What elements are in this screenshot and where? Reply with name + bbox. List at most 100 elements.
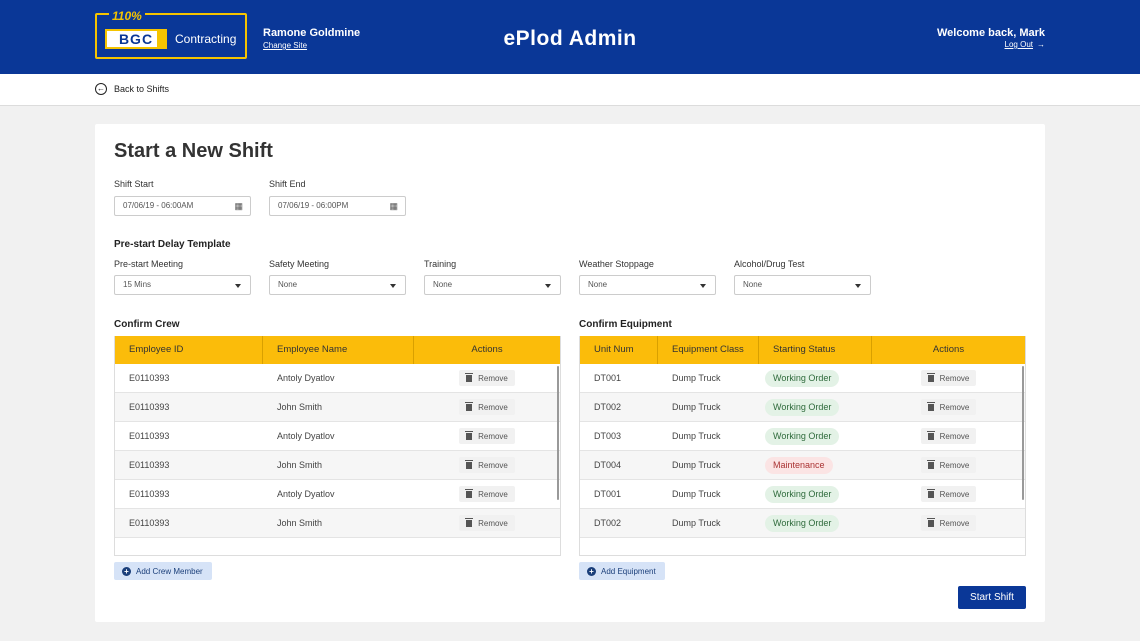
equipment-class: Dump Truck <box>672 402 721 412</box>
shift-end-input[interactable]: 07/06/19 - 06:00PM ▦ <box>269 196 406 216</box>
change-site-link[interactable]: Change Site <box>263 41 307 50</box>
col-employee-name[interactable]: Employee Name <box>263 336 414 364</box>
remove-button[interactable]: Remove <box>920 399 977 415</box>
chevron-down-icon <box>545 284 551 288</box>
remove-button[interactable]: Remove <box>459 370 515 386</box>
actions-cell: Remove <box>872 486 1025 502</box>
status-badge[interactable]: Working Order <box>765 514 840 532</box>
remove-button[interactable]: Remove <box>920 515 977 531</box>
arrow-left-icon: ← <box>95 83 107 95</box>
shift-start-input[interactable]: 07/06/19 - 06:00AM ▦ <box>114 196 251 216</box>
back-to-shifts-link[interactable]: ← Back to Shifts <box>95 83 169 95</box>
trash-icon <box>465 430 474 440</box>
actions-cell: Remove <box>872 399 1025 415</box>
delay-value-safety: None <box>278 280 298 289</box>
remove-button[interactable]: Remove <box>920 486 977 502</box>
status-badge[interactable]: Maintenance <box>765 456 833 474</box>
table-row: E0110393 John Smith Remove <box>115 509 560 538</box>
page-title: Start a New Shift <box>114 140 273 162</box>
remove-button[interactable]: Remove <box>459 428 515 444</box>
col-equipment-class[interactable]: Equipment Class <box>658 336 759 364</box>
actions-cell: Remove <box>414 428 560 444</box>
app-header: 110% BGC Contracting Ramone Goldmine Cha… <box>0 0 1140 74</box>
status-badge[interactable]: Working Order <box>765 485 840 503</box>
equipment-scrollbar[interactable] <box>1022 366 1024 500</box>
delay-label-alcohol: Alcohol/Drug Test <box>734 259 805 269</box>
remove-label: Remove <box>939 431 970 441</box>
remove-button[interactable]: Remove <box>920 457 977 473</box>
employee-id: E0110393 <box>129 431 170 441</box>
table-row: E0110393 John Smith Remove <box>115 393 560 422</box>
table-row: E0110393 Antoly Dyatlov Remove <box>115 364 560 393</box>
logout-icon[interactable]: → <box>1037 40 1045 49</box>
delay-select-alcohol[interactable]: None <box>734 275 871 295</box>
col-unit-num[interactable]: Unit Num <box>580 336 658 364</box>
calendar-icon: ▦ <box>234 201 243 211</box>
trash-icon <box>465 401 474 411</box>
shift-start-label: Shift Start <box>114 179 154 189</box>
col-employee-id[interactable]: Employee ID <box>115 336 263 364</box>
table-row: DT002 Dump Truck Working Order Remove <box>580 509 1025 538</box>
delay-select-safety[interactable]: None <box>269 275 406 295</box>
remove-button[interactable]: Remove <box>459 399 515 415</box>
remove-button[interactable]: Remove <box>920 428 977 444</box>
employee-name: Antoly Dyatlov <box>277 373 335 383</box>
actions-cell: Remove <box>872 457 1025 473</box>
crew-scrollbar[interactable] <box>557 366 559 500</box>
trash-icon <box>926 517 935 527</box>
remove-button[interactable]: Remove <box>459 515 515 531</box>
table-row: DT001 Dump Truck Working Order Remove <box>580 364 1025 393</box>
remove-label: Remove <box>478 460 508 470</box>
chevron-down-icon <box>235 284 241 288</box>
bgc-logo[interactable]: 110% BGC Contracting <box>95 9 247 59</box>
col-starting-status[interactable]: Starting Status <box>759 336 872 364</box>
unit-num: DT002 <box>594 402 622 412</box>
actions-cell: Remove <box>414 457 560 473</box>
col-actions: Actions <box>471 344 503 355</box>
chevron-down-icon <box>855 284 861 288</box>
delay-value-prestart: 15 Mins <box>123 280 152 289</box>
delay-select-training[interactable]: None <box>424 275 561 295</box>
delay-select-prestart[interactable]: 15 Mins <box>114 275 251 295</box>
remove-label: Remove <box>939 402 970 412</box>
add-equipment-label: Add Equipment <box>601 566 656 576</box>
status-cell: Working Order <box>759 369 872 387</box>
logout-link[interactable]: Log Out <box>1005 40 1033 49</box>
remove-button[interactable]: Remove <box>459 457 515 473</box>
equipment-class: Dump Truck <box>672 460 721 470</box>
actions-cell: Remove <box>872 428 1025 444</box>
start-shift-button[interactable]: Start Shift <box>958 586 1026 609</box>
remove-label: Remove <box>478 518 508 528</box>
table-row: E0110393 John Smith Remove <box>115 451 560 480</box>
equipment-title: Confirm Equipment <box>579 319 672 330</box>
status-badge[interactable]: Working Order <box>765 398 840 416</box>
status-badge[interactable]: Working Order <box>765 427 840 445</box>
status-badge[interactable]: Working Order <box>765 369 840 387</box>
sub-navigation: ← Back to Shifts <box>0 74 1140 106</box>
remove-button[interactable]: Remove <box>459 486 515 502</box>
logo-text: Contracting <box>175 32 237 46</box>
table-row: DT001 Dump Truck Working Order Remove <box>580 480 1025 509</box>
delay-label-weather: Weather Stoppage <box>579 259 654 269</box>
crew-table-header: Employee ID Employee Name Actions <box>115 336 560 364</box>
status-cell: Working Order <box>759 485 872 503</box>
employee-name: John Smith <box>277 402 323 412</box>
logo-bar <box>157 29 167 49</box>
delay-label-training: Training <box>424 259 457 269</box>
remove-label: Remove <box>478 431 508 441</box>
actions-cell: Remove <box>414 486 560 502</box>
add-equipment-button[interactable]: + Add Equipment <box>579 562 665 580</box>
unit-num: DT003 <box>594 431 622 441</box>
remove-label: Remove <box>939 373 970 383</box>
add-crew-member-button[interactable]: + Add Crew Member <box>114 562 212 580</box>
employee-name: John Smith <box>277 518 323 528</box>
employee-id: E0110393 <box>129 373 170 383</box>
chevron-down-icon <box>700 284 706 288</box>
remove-label: Remove <box>478 373 508 383</box>
employee-id: E0110393 <box>129 402 170 412</box>
app-title: ePlod Admin <box>503 27 637 50</box>
actions-cell: Remove <box>414 370 560 386</box>
delay-select-weather[interactable]: None <box>579 275 716 295</box>
remove-button[interactable]: Remove <box>920 370 977 386</box>
employee-id: E0110393 <box>129 489 170 499</box>
